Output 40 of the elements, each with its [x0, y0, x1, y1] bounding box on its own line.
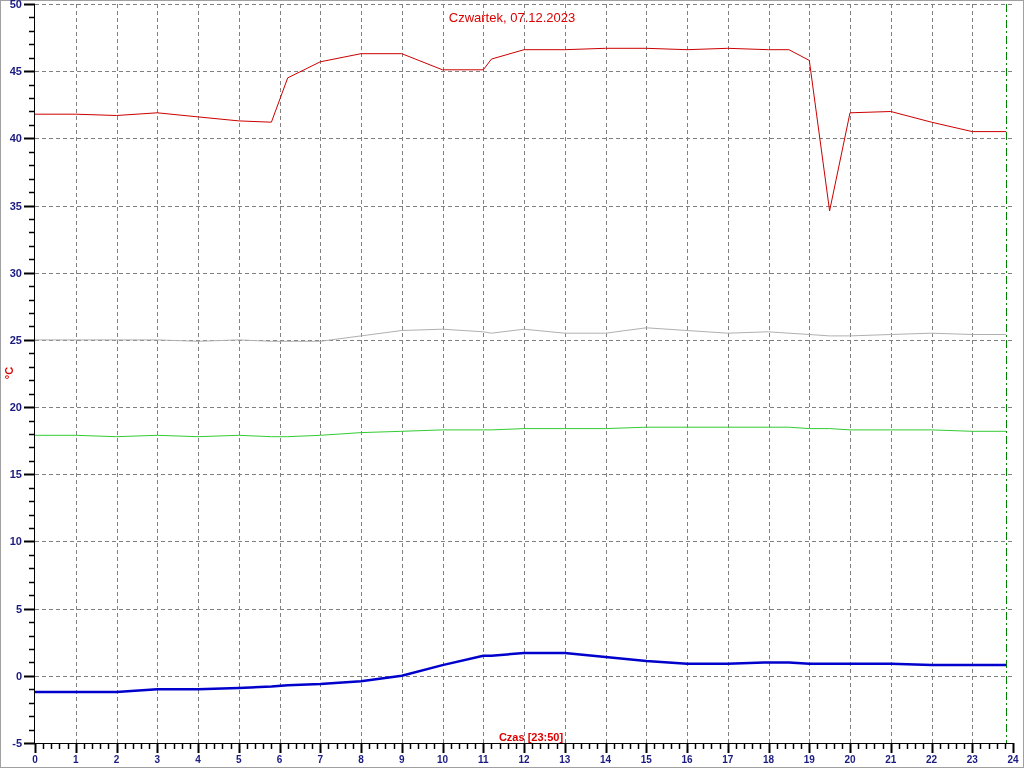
tick-label: 23	[966, 754, 978, 765]
tick-label: 16	[681, 754, 693, 765]
tick-label: 45	[9, 65, 22, 78]
tick-label: 12	[518, 754, 530, 765]
tick-label: 21	[885, 754, 897, 765]
tick-label: 9	[398, 754, 405, 765]
tick-label: 13	[559, 754, 571, 765]
tick-label: 1	[72, 754, 79, 765]
tick-label: 3	[154, 754, 161, 765]
tick-label: 25	[9, 333, 22, 346]
tick-label: 8	[358, 754, 364, 765]
tick-label: -5	[12, 737, 22, 749]
tick-label: 20	[9, 401, 22, 414]
tick-label: 11	[477, 754, 489, 765]
tick-label: 0	[15, 669, 22, 682]
tick-label: 10	[9, 535, 22, 548]
tick-label: 14	[599, 754, 612, 765]
tick-label: 50	[9, 0, 22, 10]
tick-label: 22	[925, 754, 938, 765]
tick-label: 15	[9, 468, 22, 481]
tick-label: 40	[9, 132, 22, 145]
tick-label: 35	[9, 199, 22, 212]
tick-label: 5	[235, 754, 242, 765]
tick-label: 2	[113, 754, 120, 765]
tick-label: 10	[436, 754, 449, 765]
x-axis-label: Czas [23:50]	[498, 731, 564, 743]
tick-label: 0	[32, 754, 38, 765]
tick-label: 18	[762, 754, 775, 765]
y-axis-label: °C	[3, 366, 15, 380]
tick-label: 4	[195, 754, 201, 765]
tick-label: 7	[317, 754, 324, 765]
tick-label: 30	[9, 266, 22, 279]
tick-label: 15	[640, 754, 652, 765]
chart-title: Czwartek, 07.12.2023	[448, 10, 576, 25]
tick-label: 17	[722, 754, 734, 765]
tick-label: 5	[15, 602, 22, 615]
tick-label: 19	[803, 754, 815, 765]
tick-label: 24	[1007, 754, 1019, 765]
tick-label: 6	[276, 754, 283, 765]
tick-label: 20	[844, 754, 856, 765]
